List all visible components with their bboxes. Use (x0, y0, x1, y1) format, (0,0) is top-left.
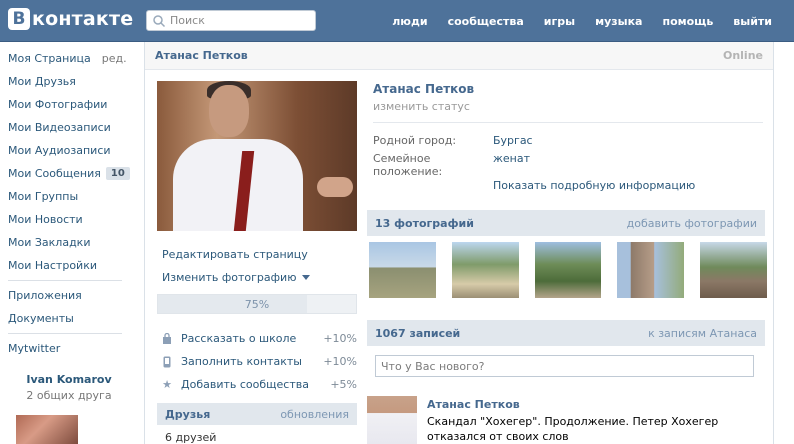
profile-header-name: Атанас Петков (155, 49, 248, 62)
messages-count-badge: 10 (105, 167, 130, 180)
post-author-name[interactable]: Атанас Петков (427, 398, 520, 411)
photo-hand (317, 177, 353, 197)
task-bonus: +10% (323, 355, 357, 368)
friends-updates-link[interactable]: обновления (280, 408, 349, 421)
sidebar-item-label: Моя Страница (8, 52, 91, 65)
friend-common-count: 2 общих друга (26, 389, 112, 402)
photo-thumbnail[interactable] (700, 242, 767, 298)
task-bonus: +10% (323, 332, 357, 345)
sidebar-item-apps[interactable]: Приложения (0, 284, 138, 307)
photo-head (209, 85, 249, 137)
friends-title[interactable]: Друзья (165, 408, 210, 421)
nav-games[interactable]: игры (534, 15, 585, 28)
photo-thumbnail[interactable] (617, 242, 685, 298)
search-box[interactable] (146, 10, 316, 31)
task-label: Рассказать о школе (181, 332, 297, 345)
sidebar-item-documents[interactable]: Документы (0, 307, 138, 330)
search-icon (153, 14, 166, 27)
profile-main: Атанас Петков Online Редактировать стран… (144, 42, 774, 444)
sidebar-item-videos[interactable]: Мои Видеозаписи (0, 116, 138, 139)
edit-page-link[interactable]: Редактировать страницу (162, 243, 310, 266)
phone-icon (161, 356, 173, 368)
left-menu: Моя Страница ред. Мои Друзья Мои Фотогра… (0, 47, 138, 360)
friend-name[interactable]: Ivan Komarov (0, 373, 138, 386)
sidebar-item-bookmarks[interactable]: Мои Закладки (0, 231, 138, 254)
info-row-hometown: Родной город: Бургас (373, 134, 533, 147)
profile-name: Атанас Петков (373, 82, 475, 96)
nav-people[interactable]: люди (382, 15, 437, 28)
task-bonus: +5% (330, 378, 357, 391)
sidebar-item-settings[interactable]: Мои Настройки (0, 254, 138, 277)
online-status: Online (722, 49, 763, 62)
sidebar-item-messages[interactable]: Мои Сообщения 10 (0, 162, 138, 185)
nav-logout[interactable]: выйти (723, 15, 794, 28)
photo-thumbnail[interactable] (369, 242, 436, 298)
profile-photo[interactable] (157, 81, 357, 231)
add-photos-link[interactable]: добавить фотографии (627, 217, 757, 230)
star-icon: ★ (162, 378, 172, 391)
sidebar-item-groups[interactable]: Мои Группы (0, 185, 138, 208)
change-status-link[interactable]: изменить статус (373, 100, 470, 113)
photo-thumbnails (369, 242, 767, 298)
info-row-family: Семейное положение: женат (373, 152, 530, 178)
edit-link[interactable]: ред. (102, 52, 127, 65)
sidebar-item-audio[interactable]: Мои Аудиозаписи (0, 139, 138, 162)
search-input[interactable] (170, 14, 310, 27)
post-text: Скандал "Хохегер". Продолжение. Петер Хо… (427, 415, 719, 443)
info-label: Родной город: (373, 134, 457, 147)
wall-posts-count[interactable]: 1067 записей (375, 327, 460, 340)
divider (8, 333, 122, 334)
task-school[interactable]: Рассказать о школе +10% (161, 327, 357, 350)
task-label: Заполнить контакты (181, 355, 302, 368)
completion-tasks: Рассказать о школе +10% Заполнить контак… (161, 327, 357, 396)
top-nav: люди сообщества игры музыка помощь выйти (382, 0, 794, 42)
photos-section-header: 13 фотографий добавить фотографии (367, 210, 765, 236)
lock-icon (161, 333, 173, 345)
sidebar-item-my-page[interactable]: Моя Страница ред. (0, 47, 138, 70)
info-label: Семейное положение: (373, 152, 443, 178)
task-label: Добавить сообщества (181, 378, 309, 391)
task-communities[interactable]: ★ Добавить сообщества +5% (161, 373, 357, 396)
top-header: B контакте люди сообщества игры музыка п… (0, 0, 794, 42)
sidebar-item-mytwitter[interactable]: Mytwitter (0, 337, 138, 360)
wall-post-input[interactable] (375, 355, 754, 377)
logo[interactable]: B контакте (8, 8, 133, 30)
divider (373, 122, 763, 123)
photos-count-title[interactable]: 13 фотографий (375, 217, 474, 230)
photo-thumbnail[interactable] (451, 242, 519, 298)
divider (8, 280, 122, 281)
nav-help[interactable]: помощь (652, 15, 723, 28)
nav-communities[interactable]: сообщества (438, 15, 534, 28)
sidebar-item-photos[interactable]: Мои Фотографии (0, 93, 138, 116)
show-details-link[interactable]: Показать подробную информацию (493, 179, 695, 192)
nav-music[interactable]: музыка (585, 15, 652, 28)
change-photo-link[interactable]: Изменить фотографию (162, 266, 311, 289)
sidebar-item-news[interactable]: Мои Новости (0, 208, 138, 231)
wall-section-header: 1067 записей к записям Атанаса (367, 320, 765, 346)
friends-section-header: Друзья обновления (157, 403, 357, 425)
chevron-down-icon (302, 275, 311, 280)
sidebar-item-friends[interactable]: Мои Друзья (0, 70, 138, 93)
profile-actions: Редактировать страницу Изменить фотограф… (162, 243, 311, 289)
friends-count[interactable]: 6 друзей (165, 431, 216, 444)
photo-thumbnail[interactable] (534, 242, 602, 298)
profile-header: Атанас Петков Online (145, 42, 773, 70)
progress-label: 75% (244, 297, 270, 311)
logo-mark: B (8, 8, 30, 30)
hometown-link[interactable]: Бургас (493, 134, 533, 147)
wall-posts-link[interactable]: к записям Атанаса (648, 327, 757, 340)
profile-completion-bar: 75% (157, 294, 357, 314)
family-status-link[interactable]: женат (493, 152, 530, 178)
possible-friend: Ivan Komarov 2 общих друга (0, 373, 138, 444)
task-contacts[interactable]: Заполнить контакты +10% (161, 350, 357, 373)
sidebar-item-label: Мои Сообщения (8, 167, 101, 180)
logo-text: контакте (32, 8, 134, 30)
change-photo-label: Изменить фотографию (162, 271, 297, 284)
friend-photo[interactable] (16, 415, 78, 444)
post-author-avatar[interactable] (367, 396, 417, 444)
